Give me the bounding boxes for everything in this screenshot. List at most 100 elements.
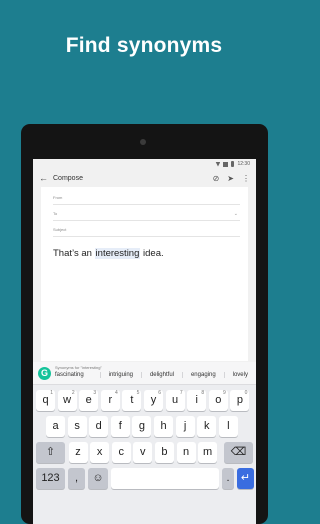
key-label: b xyxy=(161,446,168,458)
subject-field[interactable]: Subject xyxy=(53,227,66,232)
key-u[interactable]: 7u xyxy=(165,390,185,411)
key-s[interactable]: s xyxy=(67,416,87,437)
key-x[interactable]: x xyxy=(90,442,110,463)
divider xyxy=(53,204,240,205)
key-hint-label: 9 xyxy=(223,390,226,396)
key-label: d xyxy=(95,420,102,432)
more-vertical-icon[interactable]: ⋮ xyxy=(242,174,250,183)
from-field[interactable]: From xyxy=(53,195,62,200)
key-j[interactable]: j xyxy=(175,416,195,437)
key-label: c xyxy=(118,446,124,458)
compose-form: From To ⌄ Subject That’s an interesting … xyxy=(41,187,248,361)
key-d[interactable]: d xyxy=(89,416,109,437)
key-q[interactable]: 1q xyxy=(36,390,55,411)
key-label: g xyxy=(138,420,145,432)
key-label: n xyxy=(182,446,190,458)
key-label: h xyxy=(160,420,167,432)
wifi-icon xyxy=(215,161,221,167)
shift-key[interactable]: ⇧ xyxy=(36,442,65,463)
key-n[interactable]: n xyxy=(176,442,196,463)
compose-appbar: ← Compose ⊘ ➤ ⋮ xyxy=(33,169,256,187)
numbers-key[interactable]: 123 xyxy=(36,468,65,489)
synonym-label: Synonyms for "interesting" xyxy=(55,365,102,370)
key-label: z xyxy=(75,446,81,458)
key-f[interactable]: f xyxy=(110,416,130,437)
enter-key[interactable]: ↵ xyxy=(237,468,254,489)
keyboard: G Synonyms for "interesting" fascinating… xyxy=(33,362,256,524)
key-label: ⇧ xyxy=(45,446,56,458)
signal-icon xyxy=(223,161,229,167)
key-hint-label: 7 xyxy=(179,390,183,396)
status-bar: 12:30 xyxy=(33,159,256,169)
arrow-left-icon[interactable]: ← xyxy=(39,173,48,183)
key-y[interactable]: 6y xyxy=(144,390,163,411)
body-text-before: That’s an xyxy=(53,248,95,259)
key-k[interactable]: k xyxy=(197,416,217,437)
space-key[interactable] xyxy=(111,468,219,489)
key-p[interactable]: 0p xyxy=(230,390,250,411)
key-c[interactable]: c xyxy=(111,442,131,463)
synonym-delightful[interactable]: delightful xyxy=(140,372,182,378)
tablet-screen: 12:30 ← Compose ⊘ ➤ ⋮ From To ⌄ Subject … xyxy=(33,159,256,524)
key-label: s xyxy=(74,420,80,432)
comma-key[interactable]: , xyxy=(68,468,85,489)
key-o[interactable]: 9o xyxy=(208,390,228,411)
key-hint-label: 3 xyxy=(93,390,97,396)
key-label: 123 xyxy=(41,472,60,484)
period-key[interactable]: . xyxy=(222,468,234,489)
appbar-title: Compose xyxy=(53,174,83,182)
key-label: . xyxy=(226,472,230,484)
attach-icon[interactable]: ⊘ xyxy=(213,174,220,183)
key-w[interactable]: 2w xyxy=(57,390,77,411)
highlighted-word[interactable]: interesting xyxy=(94,248,141,259)
key-label: k xyxy=(203,420,210,432)
emoji-key[interactable]: ☺ xyxy=(88,468,108,489)
grammarly-logo-icon[interactable]: G xyxy=(38,367,51,380)
key-r[interactable]: 4r xyxy=(100,390,120,411)
key-hint-label: 1 xyxy=(50,390,53,396)
key-e[interactable]: 3e xyxy=(79,390,99,411)
camera-dot xyxy=(140,139,146,145)
key-v[interactable]: v xyxy=(133,442,153,463)
key-b[interactable]: b xyxy=(154,442,174,463)
key-hint-label: 0 xyxy=(244,390,248,396)
backspace-key[interactable]: ⌫ xyxy=(224,442,253,463)
tablet-frame: 12:30 ← Compose ⊘ ➤ ⋮ From To ⌄ Subject … xyxy=(21,124,268,524)
key-label: ☺ xyxy=(92,472,104,484)
key-label: j xyxy=(183,420,187,432)
synonym-engaging[interactable]: engaging xyxy=(181,372,224,378)
key-label: a xyxy=(52,420,59,432)
key-l[interactable]: l xyxy=(218,416,238,437)
key-label: f xyxy=(118,420,122,432)
key-z[interactable]: z xyxy=(68,442,88,463)
key-label: ⌫ xyxy=(230,446,247,458)
key-label: ↵ xyxy=(240,472,251,484)
synonym-intriguing[interactable]: intriguing xyxy=(99,372,141,378)
chevron-down-icon[interactable]: ⌄ xyxy=(234,211,238,217)
key-hint-label: 6 xyxy=(158,390,161,396)
key-g[interactable]: g xyxy=(132,416,152,437)
key-hint-label: 2 xyxy=(71,390,75,396)
key-label: x xyxy=(96,446,103,458)
key-label: m xyxy=(203,446,213,458)
synonym-lovely[interactable]: lovely xyxy=(223,372,256,378)
to-field[interactable]: To xyxy=(53,211,57,216)
divider xyxy=(53,236,240,237)
battery-icon xyxy=(231,161,235,167)
key-i[interactable]: 8i xyxy=(187,390,207,411)
key-label: v xyxy=(140,446,146,458)
synonym-fascinating[interactable]: fascinating xyxy=(55,372,100,378)
key-t[interactable]: 5t xyxy=(122,390,142,411)
synonym-suggestion-bar: G Synonyms for "interesting" fascinating… xyxy=(33,362,256,385)
key-m[interactable]: m xyxy=(198,442,218,463)
divider xyxy=(53,220,240,221)
message-body[interactable]: That’s an interesting idea. xyxy=(53,248,164,259)
key-h[interactable]: h xyxy=(154,416,173,437)
key-hint-label: 8 xyxy=(201,390,205,396)
key-hint-label: 4 xyxy=(115,390,118,396)
key-a[interactable]: a xyxy=(46,416,65,437)
send-icon[interactable]: ➤ xyxy=(227,174,234,183)
synonym-list: fascinating intriguing delightful engagi… xyxy=(55,372,256,378)
headline: Find synonyms xyxy=(65,34,223,57)
key-hint-label: 5 xyxy=(136,390,140,396)
